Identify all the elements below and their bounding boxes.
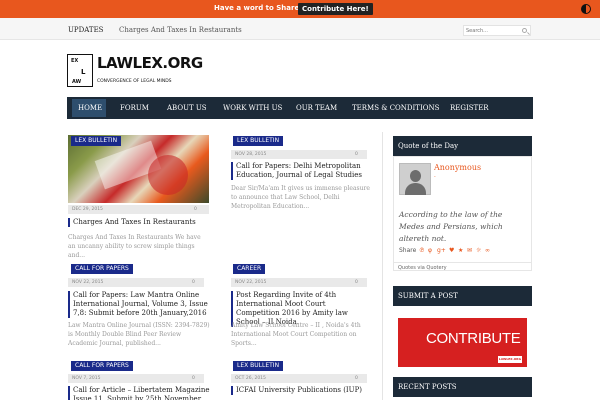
nav-work-with-us[interactable]: WORK WITH US: [223, 104, 282, 112]
google-plus-icon[interactable]: g+: [437, 247, 446, 254]
theme-toggle-icon[interactable]: [581, 4, 591, 14]
post-title[interactable]: Call for Article – Libertatem Magazine I…: [68, 386, 210, 400]
logo-tagline: CONVERGENCE OF LEGAL MINDS: [97, 79, 172, 84]
post-category-tag[interactable]: LEX BULLETIN: [71, 136, 122, 146]
logo-title: LAWLEX.ORG: [97, 54, 203, 72]
logo-mark-letter-l: L: [81, 68, 86, 76]
post-meta: NOV 28, 2015 0: [231, 150, 367, 159]
like-icon[interactable]: ♥: [449, 247, 454, 254]
contribute-banner-logo: LAWLEX.ORG: [498, 356, 522, 363]
logo-mark-letters-aw: AW: [72, 79, 82, 85]
submit-widget-title: SUBMIT A POST: [393, 286, 532, 306]
post-meta: NOV 22, 2015 0: [68, 278, 204, 287]
post-category-tag[interactable]: CAREER: [233, 264, 266, 274]
search-box: [463, 25, 531, 36]
logo-mark: EX L AW: [67, 54, 93, 87]
quotes-via-link[interactable]: Quotes via Quotery: [393, 262, 532, 272]
post-excerpt: Charges And Taxes In Restaurants We have…: [68, 234, 201, 259]
post-date: NOV 7, 2015: [72, 376, 101, 381]
quote-author-sub: -: [434, 174, 436, 180]
post-meta: OCT 26, 2015 0: [231, 374, 367, 383]
post-comment-count[interactable]: 0: [355, 376, 358, 381]
contribute-banner[interactable]: CONTRIBUTE LAWLEX.ORG: [398, 318, 527, 367]
updates-ticker-link[interactable]: Charges And Taxes In Restaurants: [119, 26, 242, 34]
search-icon[interactable]: [522, 28, 527, 33]
nav-terms[interactable]: TERMS & CONDITIONS: [352, 104, 439, 112]
nav-home[interactable]: HOME: [78, 104, 102, 112]
logo-mark-letters-ex: EX: [71, 58, 79, 64]
search-input[interactable]: [466, 26, 520, 35]
updates-label: UPDATES: [68, 26, 104, 34]
post-category-tag[interactable]: CALL FOR PAPERS: [71, 361, 133, 371]
post-category-tag[interactable]: CALL FOR PAPERS: [71, 264, 133, 274]
announcement-bar: Have a word to Share ? Contribute Here!: [0, 0, 600, 18]
post-category-tag[interactable]: LEX BULLETIN: [233, 361, 284, 371]
pinterest-icon[interactable]: ℗: [419, 247, 425, 254]
favorite-icon[interactable]: ★: [458, 247, 463, 254]
contribute-here-button[interactable]: Contribute Here!: [298, 3, 373, 15]
post-comment-count[interactable]: 0: [194, 207, 197, 212]
nav-register[interactable]: REGISTER: [450, 104, 489, 112]
recent-posts-title: RECENT POSTS: [393, 377, 532, 397]
facebook-icon[interactable]: φ: [428, 247, 432, 254]
post-comment-count[interactable]: 0: [192, 376, 195, 381]
content-sidebar-divider: [382, 132, 383, 400]
main-nav: HOME FORUM ABOUT US WORK WITH US OUR TEA…: [67, 97, 533, 119]
post-title[interactable]: ICFAI University Publications (IUP): [231, 386, 371, 395]
post-title[interactable]: Call for Papers: Delhi Metropolitan Educ…: [231, 162, 371, 180]
more-share-icon[interactable]: ☼: [476, 247, 481, 254]
link-icon[interactable]: ∞: [485, 247, 490, 254]
post-meta: NOV 22, 2015 0: [231, 278, 367, 287]
post-title[interactable]: Charges And Taxes In Restaurants: [68, 218, 209, 227]
share-label: Share: [399, 247, 417, 254]
post-meta: NOV 7, 2015 0: [68, 374, 204, 383]
nav-our-team[interactable]: OUR TEAM: [296, 104, 337, 112]
post-excerpt: Law Mantra Online Journal (ISSN: 2394-78…: [68, 322, 210, 347]
post-excerpt: Amity Law School Centre – II , Noida's 4…: [231, 322, 361, 347]
post-excerpt: Dear Sir/Ma'am It gives us immense pleas…: [231, 185, 370, 210]
post-date: DEC 29, 2015: [72, 207, 103, 212]
quote-text: According to the law of the Medes and Pe…: [399, 210, 503, 243]
post-date: NOV 22, 2015: [72, 280, 104, 285]
quote-widget-title: Quote of the Day: [393, 136, 532, 156]
nav-about-us[interactable]: ABOUT US: [167, 104, 207, 112]
quote-widget: Anonymous - According to the law of the …: [393, 156, 532, 271]
post-comment-count[interactable]: 0: [192, 280, 195, 285]
post-date: OCT 26, 2015: [235, 376, 266, 381]
announcement-text: Have a word to Share ?: [214, 4, 306, 12]
nav-forum[interactable]: FORUM: [120, 104, 149, 112]
post-date: NOV 28, 2015: [235, 152, 267, 157]
post-category-tag[interactable]: LEX BULLETIN: [233, 136, 284, 146]
email-icon[interactable]: ✉: [467, 247, 472, 254]
quote-author[interactable]: Anonymous: [434, 163, 481, 172]
post-title[interactable]: Call for Papers: Law Mantra Online Inter…: [68, 291, 210, 318]
post-meta: DEC 29, 2015 0: [68, 205, 209, 214]
post-comment-count[interactable]: 0: [355, 152, 358, 157]
author-avatar: [399, 163, 431, 195]
post-date: NOV 22, 2015: [235, 280, 267, 285]
contribute-banner-text: CONTRIBUTE: [426, 330, 521, 347]
post-comment-count[interactable]: 0: [355, 280, 358, 285]
site-logo[interactable]: EX L AW LAWLEX.ORG CONVERGENCE OF LEGAL …: [67, 54, 203, 87]
